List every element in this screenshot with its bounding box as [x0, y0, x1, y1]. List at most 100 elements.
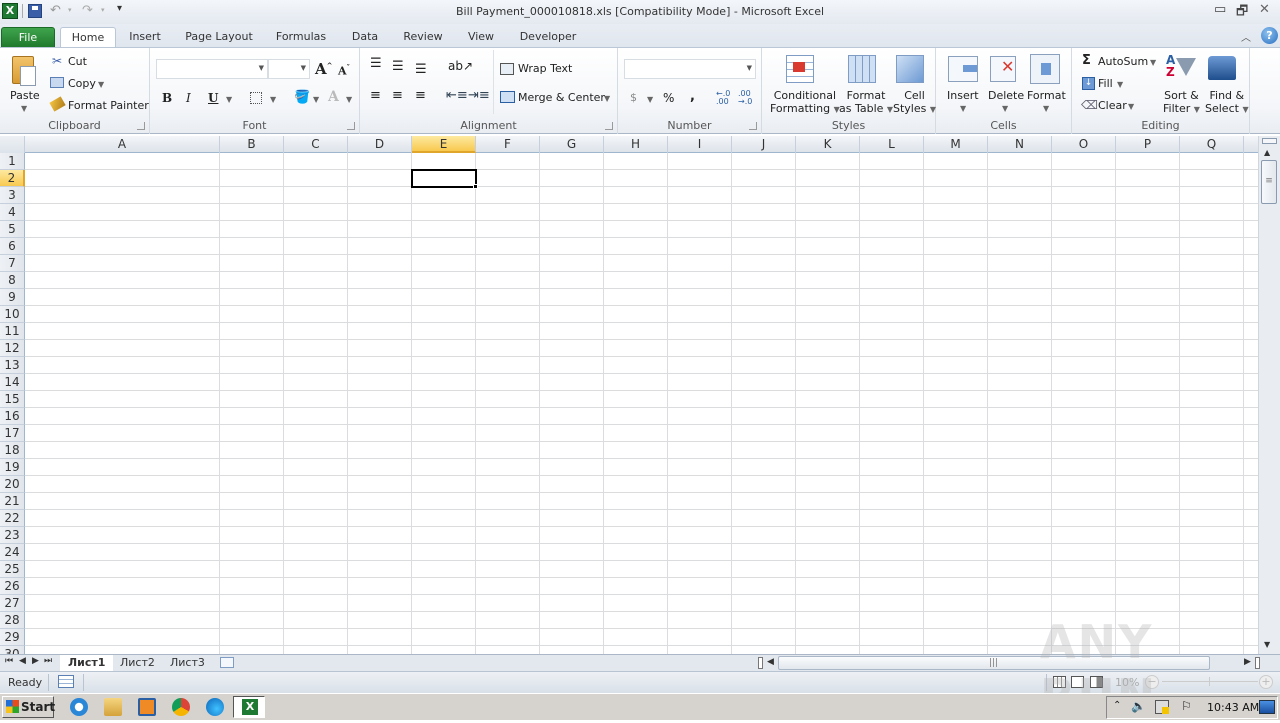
close-button[interactable]: ✕ — [1259, 2, 1270, 17]
taskbar-excel-button[interactable]: X — [233, 696, 265, 718]
sheet-tab-3[interactable]: Лист3 — [162, 655, 213, 671]
sort-filter-button[interactable]: Sort & Filter ▼ — [1163, 89, 1200, 116]
column-header-F[interactable]: F — [476, 136, 540, 153]
autosum-dropdown-icon[interactable]: ▼ — [1150, 58, 1156, 67]
row-header-9[interactable]: 9 — [0, 289, 25, 306]
clock[interactable]: 10:43 AM — [1207, 701, 1259, 714]
merge-center-dropdown-icon[interactable]: ▼ — [604, 94, 610, 103]
row-header-20[interactable]: 20 — [0, 476, 25, 493]
minimize-button[interactable]: ▭ — [1214, 2, 1226, 17]
row-header-6[interactable]: 6 — [0, 238, 25, 255]
row-header-4[interactable]: 4 — [0, 204, 25, 221]
percent-button[interactable]: % — [663, 91, 674, 105]
macro-record-icon[interactable] — [58, 675, 74, 688]
chrome-icon[interactable] — [172, 698, 190, 716]
conditional-formatting-button[interactable]: Conditional Formatting ▼ — [770, 89, 840, 116]
clear-button[interactable]: Clear — [1098, 99, 1127, 112]
sheet-tab-2[interactable]: Лист2 — [112, 655, 163, 671]
font-size-select[interactable]: ▼ — [268, 59, 310, 79]
grow-font-icon[interactable]: A^ — [315, 60, 333, 78]
row-header-22[interactable]: 22 — [0, 510, 25, 527]
cell-styles-button[interactable]: Cell Styles ▼ — [893, 89, 936, 116]
align-center-icon[interactable]: ≡ — [392, 88, 403, 103]
clear-dropdown-icon[interactable]: ▼ — [1128, 102, 1134, 111]
wrap-text-button[interactable]: Wrap Text — [518, 62, 572, 75]
decrease-decimal-button[interactable]: .00 →.0 — [738, 90, 752, 106]
currency-dropdown-icon[interactable]: ▼ — [647, 95, 653, 104]
row-header-28[interactable]: 28 — [0, 612, 25, 629]
delete-cells-button[interactable]: Delete — [988, 89, 1024, 102]
row-header-27[interactable]: 27 — [0, 595, 25, 612]
column-header-I[interactable]: I — [668, 136, 732, 153]
borders-dropdown-icon[interactable]: ▼ — [270, 95, 276, 104]
column-header-Q[interactable]: Q — [1180, 136, 1244, 153]
edge-icon[interactable] — [206, 698, 224, 716]
fill-color-icon[interactable]: 🪣 — [294, 90, 310, 105]
clipboard-launcher-icon[interactable] — [137, 122, 145, 130]
column-header-C[interactable]: C — [284, 136, 348, 153]
row-header-18[interactable]: 18 — [0, 442, 25, 459]
row-header-17[interactable]: 17 — [0, 425, 25, 442]
tab-file[interactable]: File — [1, 27, 55, 48]
row-header-15[interactable]: 15 — [0, 391, 25, 408]
align-bottom-icon[interactable]: ☰ — [415, 62, 427, 77]
fill-handle[interactable] — [473, 184, 478, 189]
format-as-table-button[interactable]: Format as Table ▼ — [839, 89, 893, 116]
restore-button[interactable]: 🗗 — [1236, 2, 1248, 24]
find-select-button[interactable]: Find & Select ▼ — [1205, 89, 1249, 116]
row-header-2[interactable]: 2 — [0, 170, 25, 187]
show-desktop-icon[interactable] — [1259, 700, 1275, 714]
minimize-ribbon-icon[interactable]: ︿ — [1241, 29, 1251, 44]
autosum-button[interactable]: AutoSum — [1098, 55, 1148, 68]
underline-button[interactable]: U — [208, 91, 218, 105]
row-header-16[interactable]: 16 — [0, 408, 25, 425]
underline-dropdown-icon[interactable]: ▼ — [226, 95, 232, 104]
column-header-L[interactable]: L — [860, 136, 924, 153]
scroll-up-icon[interactable]: ▲ — [1264, 148, 1270, 157]
font-color-icon[interactable]: A — [328, 89, 339, 105]
row-header-25[interactable]: 25 — [0, 561, 25, 578]
tab-page-layout[interactable]: Page Layout — [180, 27, 258, 48]
row-header-1[interactable]: 1 — [0, 153, 25, 170]
next-sheet-icon[interactable]: ▶ — [32, 656, 39, 666]
italic-button[interactable]: I — [186, 91, 191, 105]
column-header-G[interactable]: G — [540, 136, 604, 153]
file-explorer-icon[interactable] — [104, 698, 122, 716]
font-color-dropdown-icon[interactable]: ▼ — [346, 95, 352, 104]
column-header-P[interactable]: P — [1116, 136, 1180, 153]
column-header-N[interactable]: N — [988, 136, 1052, 153]
tab-data[interactable]: Data — [344, 27, 386, 48]
row-header-14[interactable]: 14 — [0, 374, 25, 391]
row-header-26[interactable]: 26 — [0, 578, 25, 595]
insert-cells-button[interactable]: Insert — [947, 89, 979, 102]
currency-button[interactable]: $ — [630, 91, 637, 104]
tab-review[interactable]: Review — [398, 27, 448, 48]
format-painter-button[interactable]: Format Painter — [68, 99, 149, 112]
number-format-select[interactable]: ▼ — [624, 59, 756, 79]
tab-formulas[interactable]: Formulas — [270, 27, 332, 48]
increase-indent-icon[interactable]: ⇥≡ — [468, 88, 490, 103]
worksheet-grid[interactable]: ABCDEFGHIJKLMNOPQ 1 2 3 4 5 6 7 8 9 10 11 12 13 14 15 1… — [0, 136, 1262, 654]
delete-dropdown-icon[interactable]: ▼ — [1002, 104, 1008, 113]
show-hidden-icons[interactable]: ⌃ — [1113, 700, 1121, 711]
column-header-J[interactable]: J — [732, 136, 796, 153]
copy-button[interactable]: Copy — [68, 77, 96, 90]
insert-worksheet-icon[interactable] — [220, 657, 234, 668]
media-player-icon[interactable] — [138, 698, 156, 716]
align-top-icon[interactable]: ☰ — [370, 56, 382, 71]
help-icon[interactable]: ? — [1261, 27, 1278, 44]
row-header-5[interactable]: 5 — [0, 221, 25, 238]
vertical-scroll-thumb[interactable]: ≡ — [1261, 160, 1277, 204]
volume-icon[interactable]: 🔈 — [1131, 699, 1146, 713]
font-name-select[interactable]: ▼ — [156, 59, 268, 79]
paste-button[interactable] — [10, 54, 38, 86]
align-middle-icon[interactable]: ☰ — [392, 59, 404, 74]
fill-dropdown-icon[interactable]: ▼ — [1117, 80, 1123, 89]
first-sheet-icon[interactable]: ⏮ — [5, 656, 13, 666]
paste-label[interactable]: Paste — [10, 89, 40, 102]
fill-color-dropdown-icon[interactable]: ▼ — [313, 95, 319, 104]
action-center-flag-icon[interactable]: ⚐ — [1181, 699, 1192, 713]
last-sheet-icon[interactable]: ⏭ — [44, 656, 52, 666]
decrease-indent-icon[interactable]: ⇤≡ — [446, 88, 468, 103]
row-header-21[interactable]: 21 — [0, 493, 25, 510]
